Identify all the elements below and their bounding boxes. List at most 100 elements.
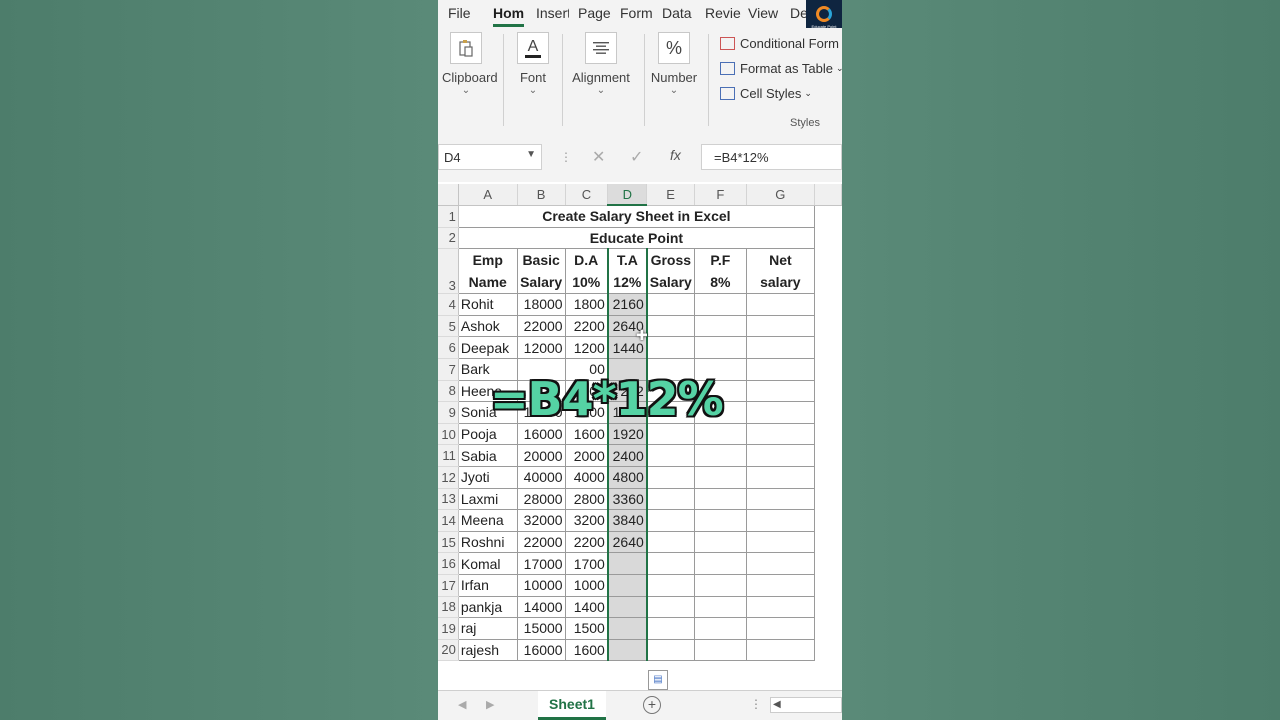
- cell[interactable]: 2200: [564, 314, 609, 338]
- column-header-d[interactable]: D: [607, 184, 648, 206]
- column-header-a[interactable]: A: [458, 184, 518, 206]
- cell[interactable]: 22000: [516, 314, 566, 338]
- cell[interactable]: 22000: [516, 530, 566, 554]
- format-as-table-button[interactable]: Format as Table ⌄: [720, 61, 842, 76]
- ta-cell[interactable]: [606, 595, 648, 619]
- cell[interactable]: [646, 422, 695, 446]
- empty-cell[interactable]: [814, 466, 841, 488]
- row-header[interactable]: 17: [438, 574, 459, 597]
- employee-name-cell[interactable]: Sabia: [457, 444, 518, 467]
- column-title-cell[interactable]: D.A 10%: [564, 248, 609, 295]
- alignment-group[interactable]: Alignment ⌄: [570, 32, 632, 96]
- empty-cell[interactable]: [814, 294, 841, 316]
- column-title-cell[interactable]: P.F 8%: [693, 248, 747, 295]
- column-header-g[interactable]: G: [746, 184, 815, 206]
- cell[interactable]: 4000: [564, 465, 609, 489]
- tab-page-layout[interactable]: Page: [578, 5, 611, 21]
- row-header[interactable]: 13: [438, 488, 459, 511]
- empty-cell[interactable]: [814, 510, 841, 532]
- sheet-subtitle[interactable]: Educate Point: [457, 226, 815, 250]
- employee-name-cell[interactable]: Roshni: [457, 530, 518, 554]
- cancel-icon[interactable]: ✕: [592, 147, 605, 167]
- row-header[interactable]: 18: [438, 596, 459, 619]
- row-header[interactable]: 6: [438, 336, 459, 359]
- tab-file[interactable]: File: [448, 5, 471, 21]
- cell[interactable]: [646, 573, 695, 597]
- cell[interactable]: [745, 401, 815, 424]
- cell[interactable]: 16000: [516, 422, 566, 446]
- employee-name-cell[interactable]: raj: [457, 617, 518, 640]
- cell[interactable]: [745, 444, 815, 467]
- employee-name-cell[interactable]: Deepak: [457, 336, 518, 359]
- ta-cell[interactable]: [606, 638, 648, 662]
- cell[interactable]: [693, 530, 747, 554]
- cell[interactable]: [745, 638, 815, 662]
- empty-cell[interactable]: [814, 445, 841, 467]
- column-header-c[interactable]: C: [565, 184, 609, 206]
- cell[interactable]: [693, 465, 747, 489]
- row-header[interactable]: 2: [438, 227, 459, 250]
- cell[interactable]: [693, 422, 747, 446]
- cell[interactable]: 1400: [564, 595, 609, 619]
- clipboard-group[interactable]: Clipboard ⌄: [442, 32, 498, 96]
- ta-cell[interactable]: 2400: [606, 444, 648, 467]
- cell[interactable]: [745, 293, 815, 316]
- formula-input[interactable]: =B4*12%: [701, 144, 842, 170]
- cell[interactable]: [745, 530, 815, 554]
- cell[interactable]: 2200: [564, 530, 609, 554]
- cell[interactable]: 1000: [564, 573, 609, 597]
- empty-cell[interactable]: [814, 205, 841, 227]
- cell[interactable]: 32000: [516, 509, 566, 532]
- employee-name-cell[interactable]: Pooja: [457, 422, 518, 446]
- row-header[interactable]: 11: [438, 444, 459, 467]
- employee-name-cell[interactable]: Jyoti: [457, 465, 518, 489]
- cell[interactable]: [646, 336, 695, 359]
- tab-home[interactable]: Hom: [493, 5, 525, 27]
- cell[interactable]: [646, 293, 695, 316]
- ta-cell[interactable]: 1920: [606, 422, 648, 446]
- cell[interactable]: [693, 595, 747, 619]
- column-header-b[interactable]: B: [517, 184, 566, 206]
- next-sheet-icon[interactable]: ▶: [486, 698, 494, 711]
- empty-cell[interactable]: [814, 337, 841, 359]
- empty-cell[interactable]: [814, 315, 841, 337]
- employee-name-cell[interactable]: rajesh: [457, 638, 518, 662]
- cell[interactable]: [693, 617, 747, 640]
- row-header[interactable]: 4: [438, 293, 459, 316]
- empty-cell[interactable]: [814, 488, 841, 510]
- number-group[interactable]: % Number ⌄: [650, 32, 698, 96]
- quick-analysis-icon[interactable]: ▤: [648, 670, 668, 690]
- cell[interactable]: [745, 357, 815, 381]
- ta-cell[interactable]: 3360: [606, 487, 648, 511]
- cell[interactable]: [745, 617, 815, 640]
- cell[interactable]: [646, 314, 695, 338]
- employee-name-cell[interactable]: Laxmi: [457, 487, 518, 511]
- cell[interactable]: [646, 595, 695, 619]
- cell[interactable]: 15000: [516, 617, 566, 640]
- cell[interactable]: [646, 444, 695, 467]
- cell[interactable]: [745, 314, 815, 338]
- row-header[interactable]: 15: [438, 531, 459, 554]
- cell[interactable]: [646, 617, 695, 640]
- row-header[interactable]: 12: [438, 466, 459, 489]
- cell[interactable]: 1200: [564, 336, 609, 359]
- cell[interactable]: 2000: [564, 444, 609, 467]
- sheet-tab-sheet1[interactable]: Sheet1: [538, 691, 606, 720]
- tab-view[interactable]: View: [748, 5, 778, 21]
- empty-cell[interactable]: [814, 618, 841, 640]
- employee-name-cell[interactable]: Ashok: [457, 314, 518, 338]
- cell[interactable]: [646, 509, 695, 532]
- name-box[interactable]: D4 ▼: [438, 144, 542, 170]
- employee-name-cell[interactable]: Rohit: [457, 293, 518, 316]
- column-title-cell[interactable]: Emp Name: [457, 248, 518, 295]
- cell[interactable]: [646, 487, 695, 511]
- cell[interactable]: [693, 573, 747, 597]
- font-group[interactable]: A Font ⌄: [514, 32, 552, 96]
- cell[interactable]: [745, 573, 815, 597]
- empty-cell[interactable]: [814, 249, 841, 294]
- empty-cell[interactable]: [814, 423, 841, 445]
- cell[interactable]: [693, 552, 747, 575]
- tab-review[interactable]: Revie: [705, 5, 741, 21]
- conditional-formatting-button[interactable]: Conditional Form: [720, 36, 839, 51]
- cell-styles-button[interactable]: Cell Styles ⌄: [720, 86, 812, 101]
